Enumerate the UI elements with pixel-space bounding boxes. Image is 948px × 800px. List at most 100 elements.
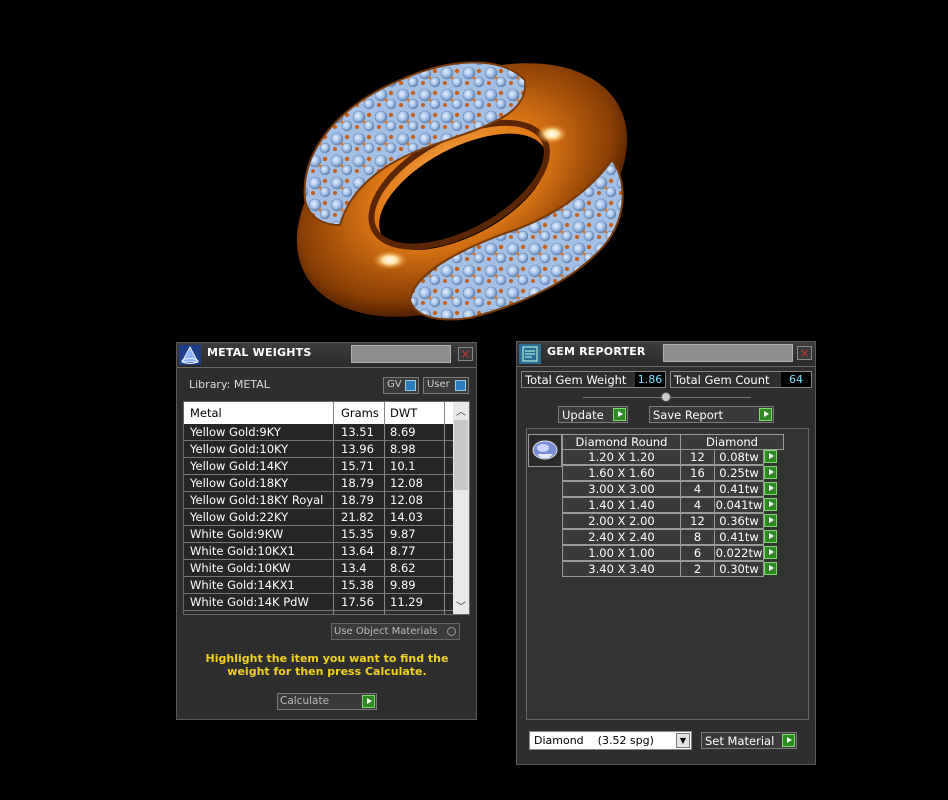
update-button[interactable]: Update [558,406,628,423]
chevron-down-icon[interactable]: ﹀ [456,598,466,613]
close-icon[interactable]: × [797,346,812,360]
gem-reporter-titlebar[interactable]: GEM REPORTER × [517,342,815,367]
select-gem-row-icon[interactable] [764,466,777,479]
cell-grams: 15.35 [341,527,374,541]
table-row[interactable]: White Gold:10KW 13.4 8.62 [184,560,454,577]
select-gem-row-icon[interactable] [764,530,777,543]
table-row[interactable]: White Gold:9KW 15.35 9.87 [184,526,454,543]
select-gem-row-icon[interactable] [764,514,777,527]
chevron-down-icon[interactable]: ▼ [676,733,690,748]
gem-size-cell: 2.40 X 2.40 [562,529,681,545]
close-icon[interactable]: × [458,347,473,361]
gem-size-cell: 1.00 X 1.00 [562,545,681,561]
metal-weights-title: METAL WEIGHTS [207,346,312,359]
user-label: User [427,379,450,390]
gem-weight-cell: 0.36tw [714,513,764,529]
total-gem-weight-field: Total Gem Weight 1.86 [521,371,666,388]
gem-size-cell: 3.40 X 3.40 [562,561,681,577]
table-row[interactable]: Yellow Gold:10KY 13.96 8.98 [184,441,454,458]
table-row[interactable]: White Gold:14K PdW 17.56 11.29 [184,594,454,611]
column-header[interactable]: DWT [390,406,417,420]
save-report-button[interactable]: Save Report [649,406,774,423]
table-row[interactable]: Yellow Gold:9KY 13.51 8.69 [184,424,454,441]
column-divider [444,402,445,614]
gem-weight-cell: 0.08tw [714,449,764,465]
gem-size-cell: 3.00 X 3.00 [562,481,681,497]
material-select-value: Diamond (3.52 spg) [534,734,654,747]
play-icon [362,695,375,708]
cell-metal: White Gold:14KX1 [190,578,295,592]
splitter-handle[interactable] [661,392,671,402]
gem-list-area[interactable]: Diamond Round Diamond 1.20 X 1.20 12 0.08t… [526,428,809,720]
cell-grams: 13.51 [341,425,374,439]
table-row[interactable]: Yellow Gold:18KY 18.79 12.08 [184,475,454,492]
cell-metal: Yellow Gold:9KY [190,425,281,439]
cell-metal: Yellow Gold:18KY Royal [190,493,324,507]
select-gem-row-icon[interactable] [764,498,777,511]
cell-grams: 15.71 [341,459,374,473]
gem-weight-cell: 0.041tw [714,497,764,513]
metal-table[interactable]: Metal Grams DWT Yellow Gold:9KY 13.51 8.69… [183,401,470,615]
set-material-label: Set Material [705,734,775,748]
3d-viewport[interactable] [0,0,948,335]
gem-size-cell: 1.20 X 1.20 [562,449,681,465]
gem-size-cell: 2.00 X 2.00 [562,513,681,529]
gem-count-cell: 12 [680,513,715,529]
select-gem-row-icon[interactable] [764,562,777,575]
table-row[interactable]: White Gold:10KX1 13.64 8.77 [184,543,454,560]
use-object-materials-toggle[interactable]: Use Object Materials [331,623,460,640]
column-header[interactable]: Metal [190,406,222,420]
cell-metal: Yellow Gold:14KY [190,459,289,473]
cell-metal: Yellow Gold:18KY [190,476,289,490]
table-row[interactable]: Yellow Gold:22KY 21.82 14.03 [184,509,454,526]
gem-reporter-panel: GEM REPORTER × Total Gem Weight 1.86 Tot… [516,341,816,765]
select-gem-row-icon[interactable] [764,546,777,559]
library-label: Library: METAL [189,378,270,391]
gv-toggle[interactable]: GV [383,377,419,394]
cell-dwt: 12.08 [390,493,423,507]
cell-dwt: 10.1 [390,459,416,473]
cell-dwt: 9.89 [390,578,416,592]
chevron-up-icon[interactable]: ︿ [456,403,466,418]
select-gem-row-icon[interactable] [764,450,777,463]
save-report-label: Save Report [653,408,724,422]
gem-shape-thumbnail[interactable] [528,434,562,467]
total-gem-count-value: 64 [781,372,811,387]
table-header: Metal Grams DWT [184,402,454,424]
play-icon [759,408,772,421]
total-gem-count-label: Total Gem Count [674,373,770,387]
column-header[interactable]: Grams [341,406,379,420]
play-icon [613,408,626,421]
gem-weight-cell: 0.25tw [714,465,764,481]
gem-weight-cell: 0.30tw [714,561,764,577]
toggle-icon [405,380,416,391]
table-row[interactable]: Yellow Gold:18KY Royal 18.79 12.08 [184,492,454,509]
table-row[interactable]: White Gold:14KX1 15.38 9.89 [184,577,454,594]
scroll-thumb[interactable] [454,420,468,490]
use-object-materials-label: Use Object Materials [334,626,438,637]
gem-size-cell: 1.40 X 1.40 [562,497,681,513]
diamond-round-icon [532,440,558,460]
titlebar-grip[interactable] [663,344,793,362]
cell-metal: Yellow Gold:22KY [190,510,289,524]
gem-table-header-shape: Diamond Round [562,434,681,450]
metal-weights-panel: METAL WEIGHTS × Library: METAL GV User M… [176,342,477,720]
cell-grams: 18.79 [341,476,374,490]
select-gem-row-icon[interactable] [764,482,777,495]
gem-reporter-icon [518,343,542,365]
cell-metal: White Gold:10KX1 [190,544,295,558]
calculate-button[interactable]: Calculate [277,693,377,710]
user-toggle[interactable]: User [423,377,469,394]
total-gem-weight-value: 1.86 [635,372,665,387]
metal-weights-icon [178,344,202,366]
table-scrollbar[interactable]: ︿ ﹀ [453,402,469,614]
set-material-button[interactable]: Set Material [701,732,797,749]
titlebar-grip[interactable] [351,345,451,363]
material-select[interactable]: Diamond (3.52 spg) ▼ [529,731,692,750]
table-row[interactable]: Yellow Gold:14KY 15.71 10.1 [184,458,454,475]
gem-count-cell: 12 [680,449,715,465]
metal-weights-titlebar[interactable]: METAL WEIGHTS × [177,343,476,368]
gem-count-cell: 8 [680,529,715,545]
gv-label: GV [387,379,402,390]
gem-weight-cell: 0.41tw [714,481,764,497]
